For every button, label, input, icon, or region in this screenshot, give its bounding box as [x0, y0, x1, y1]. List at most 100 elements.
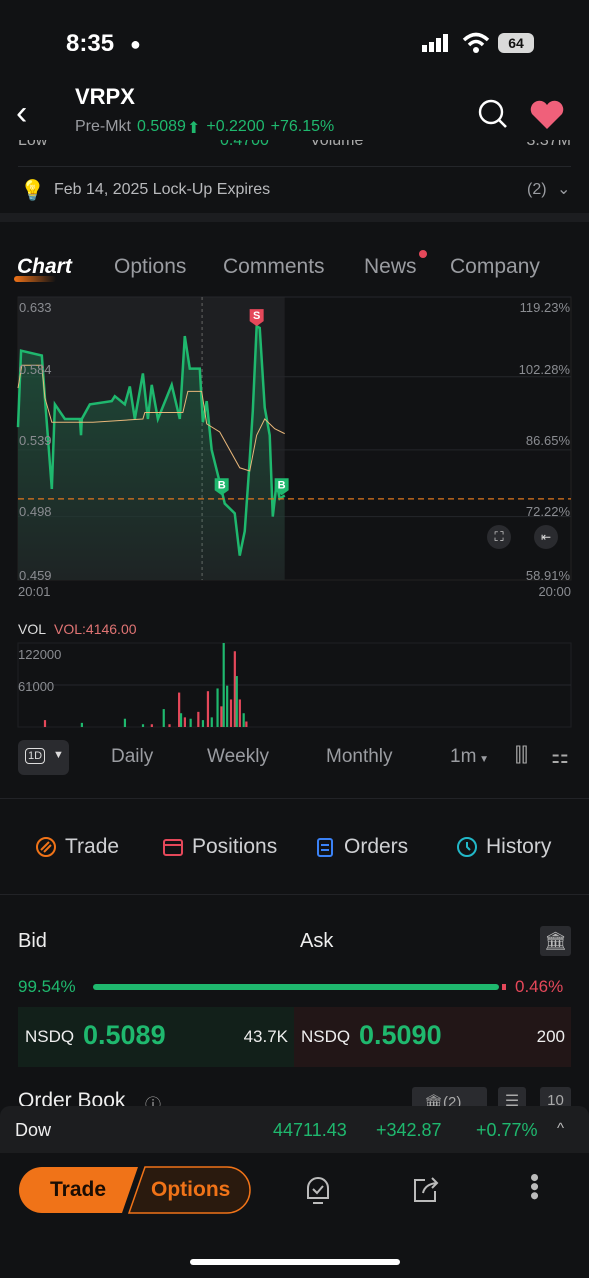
candlestick-icon[interactable]: ⫿⫿ [515, 744, 528, 767]
orders-icon [317, 838, 333, 857]
marker-label: S [253, 310, 260, 322]
pct-tick-label: 86.65% [526, 433, 571, 448]
action-trade-label: Trade [65, 835, 120, 858]
info-icon[interactable]: ⓘ [145, 1091, 161, 1106]
volume-bar [238, 699, 241, 727]
event-text: Feb 14, 2025 Lock-Up Expires [54, 181, 271, 198]
y-tick-label: 0.498 [19, 504, 52, 519]
y-tick-label: 0.633 [19, 300, 52, 315]
caret-down-icon: ▼ [53, 749, 64, 761]
volume-bar [245, 721, 248, 727]
favorite-heart-icon[interactable] [529, 100, 565, 130]
action-history[interactable]: History [456, 835, 551, 859]
price-chart[interactable]: S B B 0.633 0.584 0.539 0.498 0.459 119.23% 102.2… [0, 290, 589, 610]
volume-bar [178, 692, 181, 727]
volume-value: 3.37M [526, 140, 571, 149]
pct-tick-label: 119.23% [520, 300, 571, 315]
back-button[interactable]: ‹ [16, 96, 27, 130]
interval-selector[interactable]: 1m ▼ [450, 746, 489, 768]
price-change: +0.2200 [206, 118, 265, 135]
tab-company[interactable]: Company [450, 255, 540, 279]
search-icon[interactable] [477, 98, 509, 130]
exchange-icon[interactable]: 🏛 [540, 926, 571, 956]
tab-options[interactable]: Options [114, 255, 186, 279]
volume-bar [210, 717, 213, 727]
tab-comments[interactable]: Comments [223, 255, 325, 279]
share-icon[interactable] [411, 1175, 441, 1205]
stats-row-partial: Low 0.4700 Volume 3.37M [18, 140, 571, 154]
action-orders[interactable]: Orders [314, 835, 408, 859]
status-bar: 8:35 ● 64 [0, 30, 589, 60]
more-options-icon[interactable]: ••• [520, 1173, 550, 1200]
ask-label: Ask [300, 930, 334, 952]
event-row[interactable]: 💡 Feb 14, 2025 Lock-Up Expires (2) ⌄ [0, 168, 589, 212]
battery-icon: 64 [498, 33, 534, 53]
action-orders-label: Orders [344, 835, 409, 858]
ticker-name: Dow [15, 1120, 52, 1140]
ask-ratio-bar [502, 984, 506, 990]
ticker-value: 44711.43 [273, 1120, 347, 1140]
period-monthly[interactable]: Monthly [326, 746, 393, 768]
person-icon: ● [130, 34, 141, 54]
ask-size: 200 [536, 1027, 565, 1046]
wifi-icon [462, 32, 490, 53]
volume-bar [235, 676, 238, 727]
alert-bell-icon[interactable] [303, 1174, 333, 1206]
x-tick-label: 20:00 [538, 584, 571, 599]
ask-price: 0.5090 [359, 1020, 442, 1050]
period-selector-1d[interactable]: 1D ▼ [18, 740, 69, 775]
volume-bar [168, 724, 171, 727]
last-price: 0.5089 [137, 118, 186, 135]
chevron-down-icon[interactable]: ⌄ [557, 179, 570, 199]
fullscreen-icon[interactable]: ⛶ [487, 525, 511, 549]
volume-bar [150, 724, 153, 727]
session-label: Pre-Mkt [75, 118, 131, 135]
chevron-up-icon[interactable]: ^ [557, 1120, 564, 1137]
signal-icon [422, 34, 448, 52]
volume-label: Volume [310, 140, 364, 149]
home-indicator [190, 1259, 400, 1265]
history-icon [457, 837, 477, 857]
action-history-label: History [486, 835, 552, 858]
market-ticker-bar[interactable]: Dow 44711.43 +342.87 +0.77% ^ [0, 1106, 589, 1153]
period-1d-label: 1D [25, 748, 46, 764]
options-button[interactable]: Options [151, 1178, 230, 1202]
volume-bar [80, 722, 83, 727]
settings-sliders-icon[interactable]: ☰ [498, 1087, 526, 1106]
volume-bar [162, 709, 165, 727]
symbol: VRPX [75, 84, 135, 109]
arrow-up-icon: ⬆ [186, 120, 201, 137]
volume-bar [179, 713, 183, 727]
bid-exchange: NSDQ [25, 1027, 75, 1046]
pct-tick-label: 72.22% [526, 504, 571, 519]
order-book-exchange-button[interactable]: 🏛(2) [412, 1087, 487, 1106]
volume-bar [189, 718, 192, 727]
period-daily[interactable]: Daily [111, 746, 153, 768]
grid-layout-icon[interactable]: ⚏ [551, 744, 569, 769]
action-trade[interactable]: Trade [35, 835, 119, 859]
volume-bar [233, 651, 236, 727]
low-label: Low [18, 140, 48, 149]
interval-label: 1m [450, 746, 477, 767]
volume-bar [242, 713, 245, 727]
tab-news[interactable]: News [364, 255, 417, 279]
action-positions[interactable]: Positions [162, 835, 277, 859]
divider [0, 798, 589, 799]
trade-button[interactable]: Trade [50, 1178, 106, 1202]
marker-label: B [218, 479, 226, 491]
jump-to-latest-icon[interactable]: ⇤ [534, 525, 558, 549]
clock: 8:35 [66, 30, 115, 57]
volume-bar [206, 691, 210, 727]
volume-bar [183, 717, 186, 727]
lightbulb-icon: 💡 [20, 180, 45, 202]
y-tick-label: 0.584 [19, 362, 52, 377]
volume-chart: 122000 61000 [17, 642, 572, 728]
ask-pct: 0.46% [515, 977, 564, 996]
volume-bar [222, 643, 225, 727]
volume-bar [220, 706, 223, 727]
positions-icon [163, 839, 183, 856]
depth-button[interactable]: 10 [540, 1087, 571, 1106]
period-weekly[interactable]: Weekly [207, 746, 269, 768]
divider [0, 894, 589, 895]
divider [18, 166, 571, 167]
